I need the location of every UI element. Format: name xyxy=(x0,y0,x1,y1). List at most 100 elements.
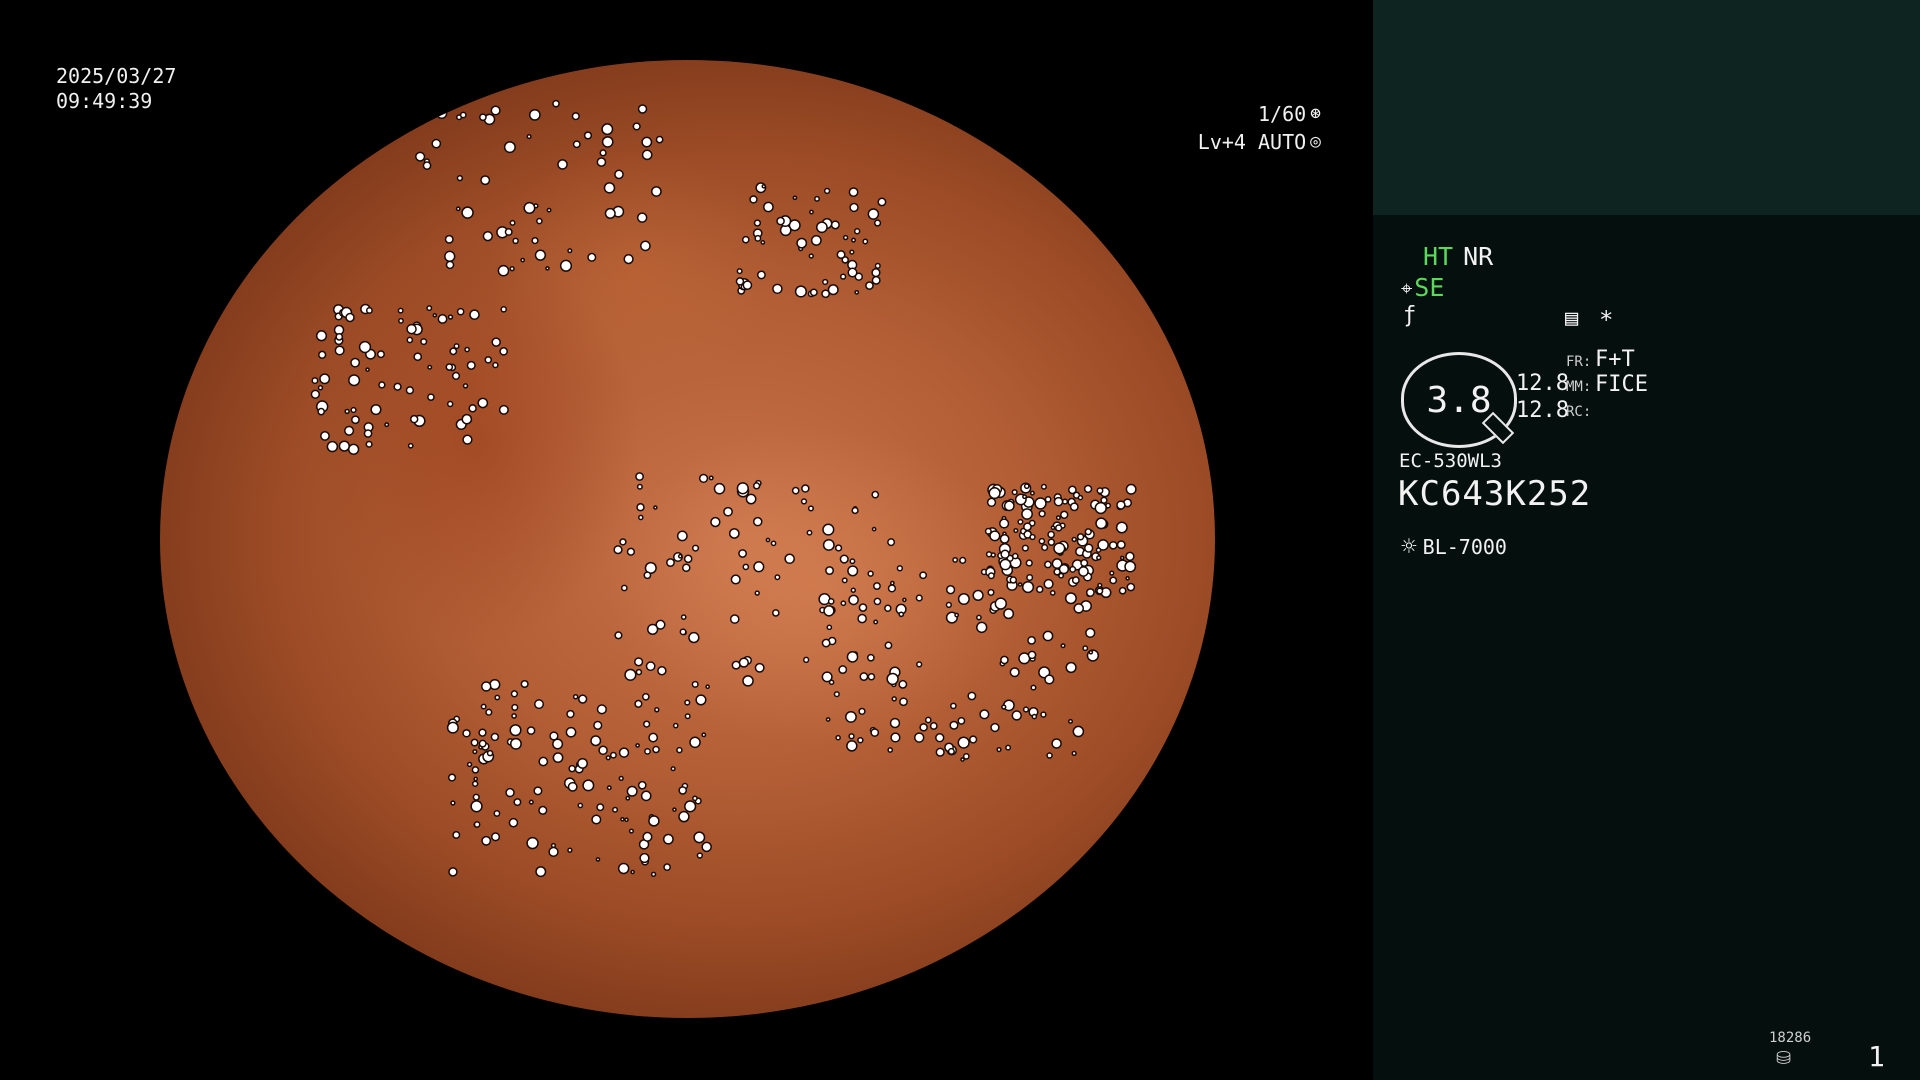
bubble-highlight xyxy=(851,237,857,243)
bubble-highlight xyxy=(858,707,866,716)
bubble-highlight xyxy=(420,338,428,346)
bubble-highlight xyxy=(857,613,867,624)
bubble-highlight xyxy=(509,266,515,272)
bubble-highlight xyxy=(1047,530,1055,539)
bubble-highlight xyxy=(453,343,460,350)
bubble-highlight xyxy=(646,623,659,636)
bubble-highlight xyxy=(1029,490,1035,496)
bubble-highlight xyxy=(886,672,899,686)
bubble-highlight xyxy=(1094,501,1107,515)
bubble-highlight xyxy=(449,347,458,356)
bubble-highlight xyxy=(549,731,559,741)
bubble-highlight xyxy=(1071,536,1077,543)
bubble-highlight xyxy=(566,709,575,719)
bubble-highlight xyxy=(678,810,690,823)
bubble-highlight xyxy=(557,159,568,170)
bubble-highlight xyxy=(583,131,593,140)
bubble-highlight xyxy=(348,374,361,387)
bubble-highlight xyxy=(1064,592,1077,605)
bubble-highlight xyxy=(1044,674,1055,685)
bubble-highlight xyxy=(672,807,677,812)
bubble-highlight xyxy=(526,726,536,735)
bubble-highlight xyxy=(568,764,576,773)
bubble-highlight xyxy=(471,780,479,787)
bubble-highlight xyxy=(857,736,864,744)
exposure-info: 1/60 ⊛ Lv+4 AUTO ◎ xyxy=(1041,100,1321,156)
bubble-highlight xyxy=(577,802,584,809)
bubble-highlight xyxy=(490,832,501,842)
bubble-highlight xyxy=(999,533,1010,544)
bubble-highlight xyxy=(595,857,601,862)
iris-mode: Lv+4 AUTO xyxy=(1197,130,1307,154)
bubble-highlight xyxy=(650,871,657,878)
bubble-highlight xyxy=(437,314,448,324)
bubble-highlight xyxy=(701,841,712,853)
shutter-icon: ⊛ xyxy=(1310,103,1321,124)
bubble-highlight xyxy=(729,614,740,624)
bubble-highlight xyxy=(999,558,1012,571)
bubble-highlight xyxy=(526,836,539,850)
bubble-highlight xyxy=(792,195,798,201)
bubble-highlight xyxy=(850,587,857,593)
bubble-highlight xyxy=(989,530,1001,542)
bubble-highlight xyxy=(376,350,385,359)
bubble-highlight xyxy=(1000,549,1010,559)
bubble-highlight xyxy=(473,821,481,828)
bubble-highlight xyxy=(617,862,630,875)
bubble-highlight xyxy=(987,572,995,580)
bubble-highlight xyxy=(754,590,760,596)
bubble-highlight xyxy=(626,785,638,797)
bubble-highlight xyxy=(642,831,653,842)
bubble-highlight xyxy=(639,852,650,864)
bubble-highlight xyxy=(477,397,489,409)
bubble-highlight xyxy=(683,554,693,564)
bubble-highlight xyxy=(623,253,634,265)
bubble-highlight xyxy=(776,216,785,226)
bubble-highlight xyxy=(470,800,483,813)
bubble-highlight xyxy=(468,404,477,413)
bubble-highlight xyxy=(986,497,997,507)
bubble-highlight xyxy=(609,751,617,759)
bubble-highlight xyxy=(528,799,534,805)
bubble-highlight xyxy=(1058,563,1070,575)
mode-values: F+T FICE xyxy=(1595,347,1648,397)
bubble-highlight xyxy=(593,720,603,730)
bubble-highlight xyxy=(791,486,800,495)
bubble-highlight xyxy=(871,268,881,278)
bubble-highlight xyxy=(827,284,839,296)
bubble-highlight xyxy=(1038,537,1046,545)
bubble-highlight xyxy=(1027,635,1036,645)
bubble-highlight xyxy=(772,283,783,295)
bubble-highlight xyxy=(620,816,625,822)
bubble-highlight xyxy=(1042,630,1054,642)
bubble-highlight xyxy=(814,195,820,202)
bubble-highlight xyxy=(1116,500,1126,510)
bubble-highlight xyxy=(689,736,701,749)
bubble-highlight xyxy=(455,206,461,212)
bubble-highlight xyxy=(738,549,747,558)
bubble-highlight xyxy=(654,707,660,713)
bubble-highlight xyxy=(466,360,476,370)
bubble-highlight xyxy=(954,612,960,618)
bubble-highlight xyxy=(494,694,501,701)
bubble-highlight xyxy=(765,537,771,543)
bubble-highlight xyxy=(957,716,966,725)
memo-icon: ▤ xyxy=(1565,306,1579,331)
bubble-highlight xyxy=(326,440,339,453)
bubble-highlight xyxy=(851,506,859,515)
bubble-highlight xyxy=(345,312,355,323)
bubble-highlight xyxy=(533,786,543,796)
bubble-highlight xyxy=(604,207,616,219)
bubble-highlight xyxy=(413,352,423,362)
nr-label: NR xyxy=(1463,242,1494,271)
bubble-highlight xyxy=(972,589,984,601)
bubble-highlight xyxy=(713,482,726,495)
bubble-highlight xyxy=(836,250,846,260)
bubble-highlight xyxy=(601,123,614,136)
bubble-highlight xyxy=(444,250,456,263)
bubble-highlight xyxy=(552,99,560,108)
bubble-highlight xyxy=(640,790,652,802)
bubble-highlight xyxy=(335,332,344,341)
bubble-highlight xyxy=(1069,565,1077,573)
bubble-highlight xyxy=(1115,521,1128,534)
